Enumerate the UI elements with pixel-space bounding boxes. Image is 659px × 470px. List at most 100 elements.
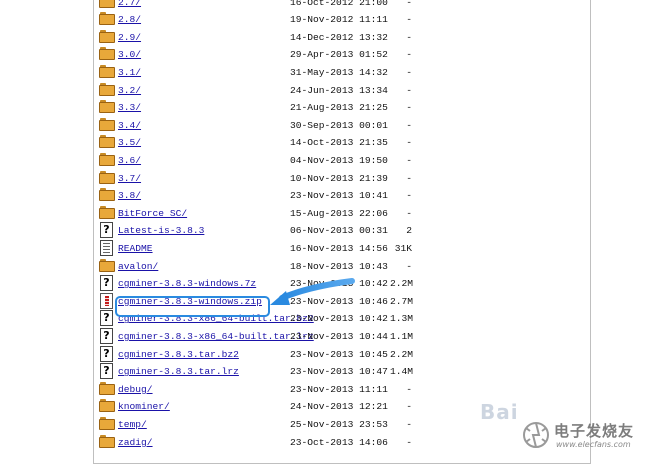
modified-date: 25-Nov-2013 23:53 <box>290 418 388 430</box>
modified-date: 23-Nov-2013 10:41 <box>290 190 388 202</box>
file-link[interactable]: 3.8/ <box>118 187 141 205</box>
list-item: 2.8/19-Nov-2012 11:11 - <box>94 11 590 29</box>
file-size: - <box>406 119 412 131</box>
file-size: 2.2M <box>390 348 414 360</box>
file-size: - <box>406 102 412 114</box>
file-link[interactable]: zadig/ <box>118 434 153 452</box>
file-size: - <box>406 383 412 395</box>
list-item: 2.9/14-Dec-2012 13:32 - <box>94 29 590 47</box>
file-link[interactable]: debug/ <box>118 381 153 399</box>
zip-file-icon <box>99 292 115 309</box>
file-link[interactable]: 3.0/ <box>118 46 141 64</box>
file-size: - <box>406 260 412 272</box>
file-size: 2.2M <box>390 278 414 290</box>
folder-icon <box>99 258 115 273</box>
modified-date: 16-Oct-2012 21:00 <box>290 0 388 8</box>
modified-date: 24-Jun-2013 13:34 <box>290 84 388 96</box>
modified-date: 16-Nov-2013 14:56 <box>290 242 388 254</box>
file-size: - <box>406 207 412 219</box>
watermark: Bai 电子发烧友 www.elecfans.com <box>462 400 657 462</box>
modified-date: 21-Aug-2013 21:25 <box>290 102 388 114</box>
list-item: ? cgminer-3.8.3.tar.bz2 23-Nov-2013 10:45 2… <box>94 345 590 364</box>
baidu-watermark-text: Bai <box>480 400 519 424</box>
unknown-file-icon: ? <box>99 345 115 362</box>
file-link[interactable]: 2.9/ <box>118 29 141 47</box>
unknown-file-icon: ? <box>99 222 115 239</box>
file-link[interactable]: 3.3/ <box>118 99 141 117</box>
directory-listing: 2.7/16-Oct-2012 21:00-2.8/19-Nov-2012 11… <box>93 0 591 464</box>
list-item: 2.7/16-Oct-2012 21:00 - <box>94 0 590 11</box>
modified-date: 29-Apr-2013 01:52 <box>290 49 388 61</box>
unknown-file-icon: ? <box>99 363 115 380</box>
list-item: 3.7/10-Nov-2013 21:39 - <box>94 170 590 188</box>
modified-date: 06-Nov-2013 00:31 <box>290 225 388 237</box>
file-size: - <box>406 401 412 413</box>
list-item: avalon/18-Nov-2013 10:43 - <box>94 258 590 276</box>
file-size: - <box>406 154 412 166</box>
list-item: ? cgminer-3.8.3.tar.lrz 23-Nov-2013 10:47 1… <box>94 363 590 381</box>
list-item: ? cgminer-3.8.3-windows.7z 23-Nov-2013 10:… <box>94 275 590 293</box>
list-item: 3.4/30-Sep-2013 00:01 - <box>94 117 590 135</box>
list-item: 3.1/31-May-2013 14:32 - <box>94 64 590 82</box>
file-size: - <box>406 172 412 184</box>
modified-date: 14-Dec-2012 13:32 <box>290 31 388 43</box>
unknown-file-icon: ? <box>99 275 115 292</box>
file-link[interactable]: Latest-is-3.8.3 <box>118 222 204 240</box>
file-link[interactable]: 3.2/ <box>118 82 141 100</box>
file-link[interactable]: knominer/ <box>118 398 170 416</box>
list-item: ? Latest-is-3.8.3 06-Nov-2013 00:31 2 <box>94 222 590 240</box>
file-size: 2.7M <box>390 295 414 307</box>
file-link[interactable]: README <box>118 240 153 258</box>
modified-date: 23-Nov-2013 11:11 <box>290 383 388 395</box>
folder-icon <box>99 100 115 114</box>
modified-date: 23-Nov-2013 10:42 <box>290 278 388 290</box>
modified-date: 30-Sep-2013 00:01 <box>290 119 388 131</box>
file-size: 1.1M <box>390 330 414 342</box>
brand-text: 电子发烧友 <box>554 422 635 440</box>
file-link[interactable]: cgminer-3.8.3.tar.bz2 <box>118 346 239 364</box>
list-item: debug/23-Nov-2013 11:11 - <box>94 381 590 399</box>
file-link[interactable]: 3.5/ <box>118 134 141 152</box>
file-size: - <box>406 49 412 61</box>
modified-date: 23-Nov-2013 10:44 <box>290 330 388 342</box>
modified-date: 23-Nov-2013 10:42 <box>290 313 388 325</box>
list-item: 3.5/14-Oct-2013 21:35 - <box>94 134 590 152</box>
modified-date: 15-Aug-2013 22:06 <box>290 207 388 219</box>
file-link[interactable]: temp/ <box>118 416 147 434</box>
file-size: - <box>406 14 412 26</box>
list-item: 3.8/23-Nov-2013 10:41 - <box>94 187 590 205</box>
text-file-icon <box>99 239 115 256</box>
modified-date: 24-Nov-2013 12:21 <box>290 401 388 413</box>
file-link[interactable]: BitForce SC/ <box>118 205 187 223</box>
list-item: 3.3/21-Aug-2013 21:25 - <box>94 99 590 117</box>
file-link[interactable]: 3.4/ <box>118 117 141 135</box>
folder-icon <box>99 117 115 132</box>
list-item: 3.2/24-Jun-2013 13:34 - <box>94 82 590 100</box>
file-link[interactable]: cgminer-3.8.3-x86_64-built.tar.lrz <box>118 328 314 346</box>
elecfans-logo-icon <box>523 422 549 448</box>
brand-url: www.elecfans.com <box>556 440 631 449</box>
file-link[interactable]: avalon/ <box>118 258 158 276</box>
file-size: 1.4M <box>390 366 414 378</box>
folder-icon <box>99 152 115 167</box>
folder-icon <box>99 416 115 431</box>
modified-date: 18-Nov-2013 10:43 <box>290 260 388 272</box>
folder-icon <box>99 135 115 149</box>
modified-date: 23-Nov-2013 10:45 <box>290 348 388 360</box>
file-link[interactable]: 2.7/ <box>118 0 141 11</box>
modified-date: 04-Nov-2013 19:50 <box>290 154 388 166</box>
folder-icon <box>99 205 115 220</box>
folder-icon <box>99 399 115 413</box>
file-size: - <box>406 137 412 149</box>
file-link[interactable]: 3.6/ <box>118 152 141 170</box>
file-link[interactable]: 2.8/ <box>118 11 141 29</box>
folder-icon <box>99 0 115 9</box>
file-link[interactable]: 3.1/ <box>118 64 141 82</box>
file-size: - <box>406 190 412 202</box>
file-link[interactable]: cgminer-3.8.3-windows.7z <box>118 275 256 293</box>
file-link[interactable]: 3.7/ <box>118 170 141 188</box>
file-link[interactable]: cgminer-3.8.3.tar.lrz <box>118 363 239 381</box>
file-size: - <box>406 31 412 43</box>
file-size: 2 <box>406 225 412 237</box>
folder-icon <box>99 381 115 396</box>
